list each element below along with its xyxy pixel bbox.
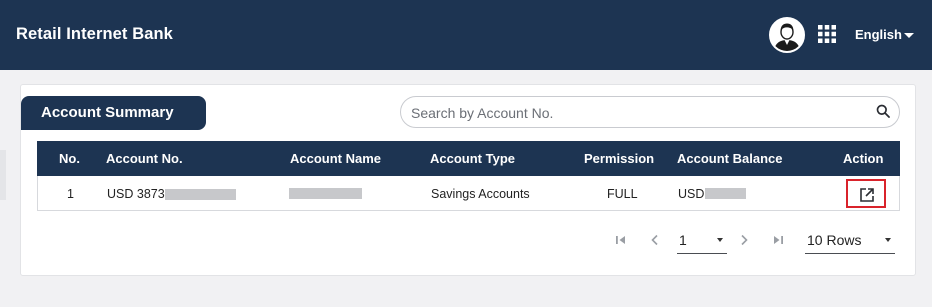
search-icon[interactable] [876,104,890,118]
external-link-icon [860,188,874,202]
app-title: Retail Internet Bank [16,25,173,43]
redacted-account-number [165,189,236,200]
column-header-account-balance: Account Balance [677,151,783,166]
cell-no: 1 [67,187,74,201]
next-page-icon[interactable] [737,233,751,247]
column-header-account-type: Account Type [430,151,515,166]
column-header-action: Action [843,151,884,166]
open-account-button[interactable] [846,179,886,208]
user-icon [771,19,803,51]
current-page: 1 [679,232,687,248]
search-input[interactable] [411,103,851,123]
table-row: 1 USD 3873- Savings Accounts FULL USD [37,176,900,211]
cell-account-balance: USD [678,187,705,201]
redacted-account-name [289,188,362,199]
redacted-balance [705,188,746,199]
column-header-account-no: Account No. [106,151,183,166]
table-header: No. Account No. Account Name Account Typ… [37,141,900,176]
first-page-icon[interactable] [614,233,628,247]
page-select[interactable]: 1 [677,230,727,254]
chevron-down-icon[interactable] [904,33,914,38]
language-selector[interactable]: English [855,27,902,42]
search-box [400,96,900,128]
chevron-down-icon [717,238,723,242]
column-header-permission: Permission [584,151,655,166]
previous-page-icon[interactable] [648,233,662,247]
column-header-account-name: Account Name [290,151,382,166]
chevron-down-icon [885,238,891,242]
apps-grid-icon[interactable] [818,25,836,43]
tab-account-summary[interactable]: Account Summary [21,96,206,130]
last-page-icon[interactable] [771,233,785,247]
cell-account-type: Savings Accounts [431,187,530,201]
side-edge [0,150,6,200]
column-header-no: No. [59,151,80,166]
cell-permission: FULL [607,187,638,201]
rows-per-page-select[interactable]: 10 Rows [805,230,895,254]
user-avatar[interactable] [769,17,805,53]
cell-account-no: USD 3873- [107,187,169,201]
rows-per-page-value: 10 Rows [807,232,862,248]
